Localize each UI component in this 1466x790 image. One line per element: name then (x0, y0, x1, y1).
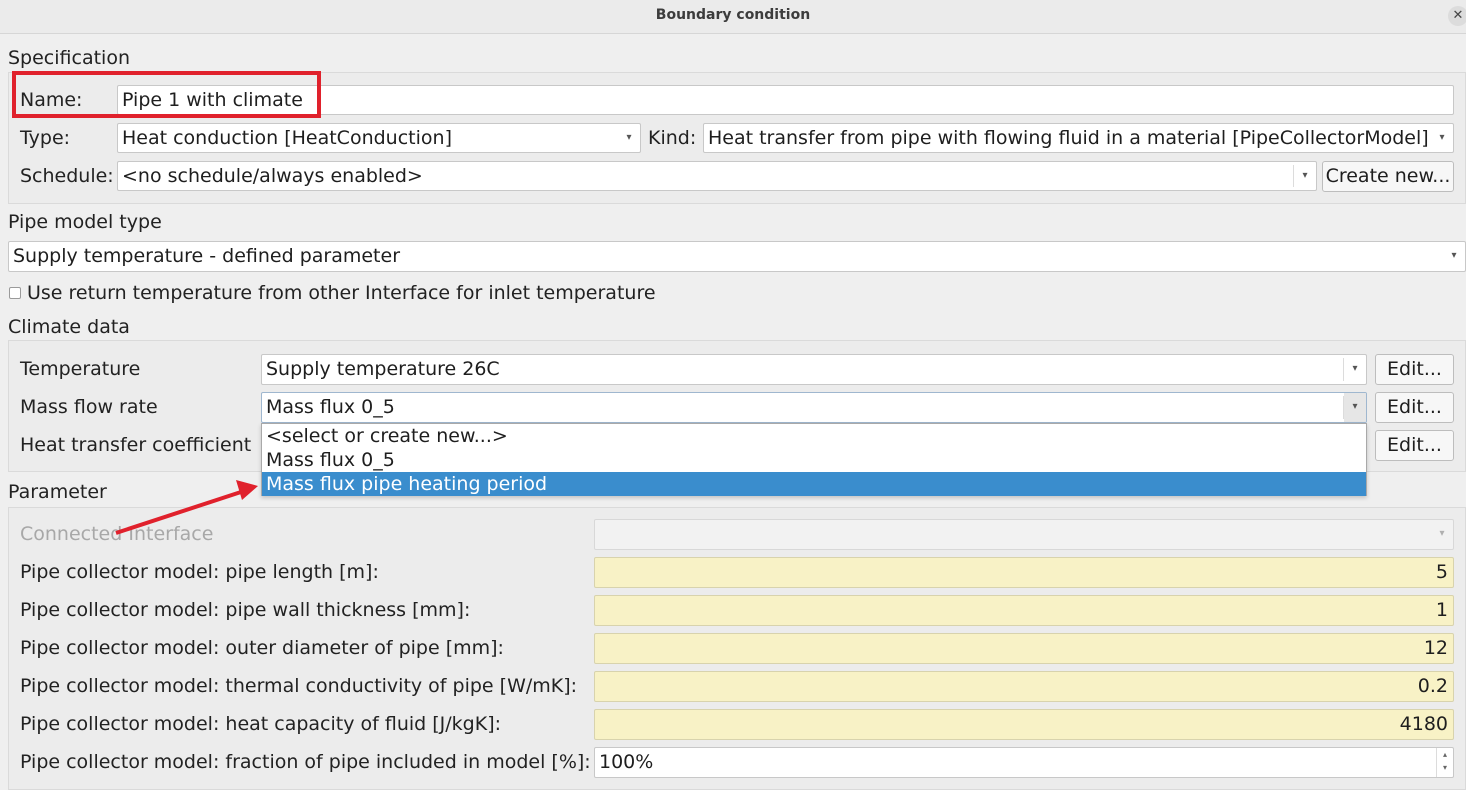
pipe-model-combo[interactable]: Supply temperature - defined parameter ▾ (8, 241, 1466, 272)
schedule-combo[interactable]: <no schedule/always enabled> ▾ (117, 161, 1317, 191)
dropdown-option-highlighted[interactable]: Mass flux pipe heating period (262, 472, 1366, 496)
title-bar: Boundary condition (0, 0, 1466, 34)
mass-flow-combo-value: Mass flux 0_5 (266, 396, 395, 418)
mass-flow-combo[interactable]: Mass flux 0_5 ▾ (261, 392, 1367, 423)
thermal-conductivity-label: Pipe collector model: thermal conductivi… (20, 675, 578, 697)
mass-flow-label: Mass flow rate (20, 396, 158, 418)
schedule-combo-value: <no schedule/always enabled> (122, 165, 423, 187)
schedule-label: Schedule: (20, 165, 114, 187)
wall-thickness-label: Pipe collector model: pipe wall thicknes… (20, 599, 471, 621)
chevron-down-icon: ▾ (1302, 170, 1308, 181)
create-new-button[interactable]: Create new... (1322, 161, 1454, 192)
annotation-arrow-head (236, 480, 258, 500)
htc-edit-button[interactable]: Edit... (1375, 430, 1454, 461)
fraction-spinbox[interactable]: 100% ▴ ▾ (594, 747, 1454, 778)
connected-interface-label: Connected Interface (20, 523, 214, 545)
chevron-down-icon: ▾ (1352, 363, 1358, 374)
kind-label: Kind: (648, 127, 697, 149)
pipe-model-combo-value: Supply temperature - defined parameter (13, 245, 401, 267)
wall-thickness-input[interactable]: 1 (594, 595, 1454, 626)
chevron-down-icon: ▾ (626, 132, 632, 143)
fraction-value: 100% (599, 751, 654, 773)
dropdown-option[interactable]: Mass flux 0_5 (262, 448, 1366, 472)
chevron-down-icon: ▾ (1344, 393, 1366, 422)
climate-heading: Climate data (8, 316, 130, 338)
temperature-edit-button[interactable]: Edit... (1375, 354, 1454, 385)
type-combo[interactable]: Heat conduction [HeatConduction] ▾ (117, 123, 641, 153)
annotation-highlight-box (12, 71, 321, 118)
type-combo-value: Heat conduction [HeatConduction] (122, 127, 452, 149)
return-temp-checkbox[interactable] (9, 287, 21, 299)
heat-capacity-input[interactable]: 4180 (594, 709, 1454, 740)
htc-label: Heat transfer coefficient (20, 434, 252, 456)
parameter-heading: Parameter (8, 481, 107, 503)
outer-diameter-label: Pipe collector model: outer diameter of … (20, 637, 504, 659)
mass-flow-dropdown-list: <select or create new...> Mass flux 0_5 … (261, 423, 1367, 496)
type-label: Type: (20, 127, 71, 149)
specification-heading: Specification (8, 47, 130, 69)
spin-buttons[interactable]: ▴ ▾ (1436, 748, 1453, 777)
close-icon[interactable]: ✕ (1448, 6, 1466, 26)
temperature-combo[interactable]: Supply temperature 26C ▾ (261, 354, 1367, 385)
chevron-down-icon: ▾ (1439, 528, 1445, 539)
pipe-length-label: Pipe collector model: pipe length [m]: (20, 561, 379, 583)
connected-interface-combo: ▾ (594, 519, 1454, 550)
kind-combo-value: Heat transfer from pipe with flowing flu… (708, 127, 1429, 149)
temperature-label: Temperature (20, 358, 141, 380)
spin-up-icon[interactable]: ▴ (1443, 750, 1447, 759)
chevron-down-icon: ▾ (1439, 132, 1445, 143)
thermal-conductivity-input[interactable]: 0.2 (594, 671, 1454, 702)
return-temp-checkbox-label[interactable]: Use return temperature from other Interf… (27, 282, 656, 304)
spin-down-icon[interactable]: ▾ (1443, 763, 1447, 772)
temperature-combo-value: Supply temperature 26C (266, 358, 500, 380)
heat-capacity-label: Pipe collector model: heat capacity of f… (20, 713, 502, 735)
fraction-label: Pipe collector model: fraction of pipe i… (20, 751, 591, 773)
pipe-length-input[interactable]: 5 (594, 557, 1454, 588)
pipe-model-heading: Pipe model type (8, 211, 162, 233)
outer-diameter-input[interactable]: 12 (594, 633, 1454, 664)
dropdown-option[interactable]: <select or create new...> (262, 424, 1366, 448)
chevron-down-icon: ▾ (1451, 250, 1457, 261)
window-title: Boundary condition (655, 7, 811, 23)
kind-combo[interactable]: Heat transfer from pipe with flowing flu… (703, 123, 1454, 153)
mass-flow-edit-button[interactable]: Edit... (1375, 392, 1454, 423)
